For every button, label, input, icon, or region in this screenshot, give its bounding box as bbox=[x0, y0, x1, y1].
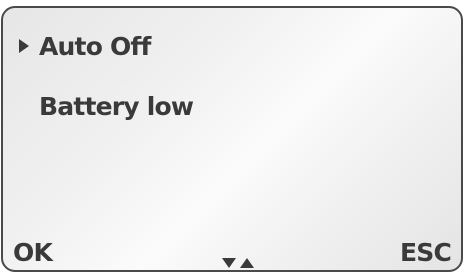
scroll-indicator bbox=[222, 258, 254, 268]
menu-item-label: Battery low bbox=[39, 92, 194, 121]
menu-item-auto-off[interactable]: Auto Off bbox=[19, 32, 151, 62]
scroll-up-icon[interactable] bbox=[240, 258, 254, 268]
ok-softkey[interactable]: OK bbox=[13, 238, 53, 268]
selection-arrow-icon bbox=[19, 39, 29, 53]
esc-softkey[interactable]: ESC bbox=[400, 238, 452, 268]
scroll-down-icon[interactable] bbox=[222, 258, 236, 268]
menu-item-label: Auto Off bbox=[39, 32, 151, 61]
lcd-display: Auto Off Battery low OK ESC bbox=[1, 6, 463, 272]
menu-item-battery-low[interactable]: Battery low bbox=[39, 92, 194, 122]
